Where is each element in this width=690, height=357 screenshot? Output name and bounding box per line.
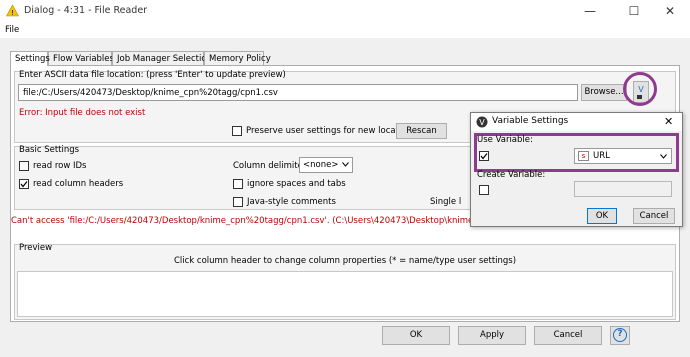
java-comments-label: Java-style comments — [247, 197, 336, 207]
knime-warning-icon: ! — [6, 4, 19, 17]
preserve-settings-label: Preserve user settings for new location — [246, 126, 412, 136]
menu-file[interactable]: File — [5, 25, 19, 35]
preview-table[interactable] — [17, 271, 673, 317]
file-error-text: Error: Input file does not exist — [19, 108, 146, 118]
help-icon: ? — [613, 328, 627, 342]
svg-text:!: ! — [11, 9, 14, 17]
basic-settings-label: Basic Settings — [19, 145, 80, 155]
read-column-headers-checkbox[interactable] — [19, 179, 29, 189]
preview-hint: Click column header to change column pro… — [173, 256, 517, 266]
variable-settings-close-button[interactable]: ✕ — [664, 115, 673, 128]
help-button[interactable]: ? — [610, 326, 630, 345]
ignore-spaces-label: ignore spaces and tabs — [247, 179, 346, 189]
chevron-down-icon — [342, 162, 349, 167]
chevron-down-icon — [660, 154, 667, 159]
create-variable-checkbox[interactable] — [479, 185, 489, 195]
cancel-button[interactable]: Cancel — [534, 326, 602, 345]
variable-cancel-button[interactable]: Cancel — [633, 208, 675, 224]
use-variable-checkbox[interactable] — [479, 151, 489, 161]
tab-job-manager-selection[interactable]: Job Manager Selection — [112, 51, 212, 65]
minimize-button[interactable]: — — [570, 0, 610, 22]
highlight-circle — [623, 72, 657, 106]
file-path-input[interactable]: file:/C:/Users/420473/Desktop/knime_cpn%… — [18, 84, 578, 101]
rescan-button[interactable]: Rescan — [396, 123, 447, 139]
variable-settings-title: Variable Settings — [492, 116, 569, 126]
column-delimiter-select[interactable]: <none> — [299, 157, 353, 173]
variable-ok-button[interactable]: OK — [587, 208, 617, 224]
read-row-ids-label: read row IDs — [33, 161, 87, 171]
java-comments-checkbox[interactable] — [233, 197, 243, 207]
preview-label: Preview — [19, 243, 53, 253]
create-variable-input[interactable] — [574, 181, 672, 197]
tab-settings[interactable]: Settings — [10, 51, 50, 66]
variable-settings-dialog: V Variable Settings ✕ Use Variable: s UR… — [470, 112, 683, 227]
create-variable-label: Create Variable: — [477, 170, 546, 180]
string-type-icon: s — [578, 151, 589, 161]
read-row-ids-checkbox[interactable] — [19, 161, 29, 171]
use-variable-label: Use Variable: — [477, 135, 533, 145]
ok-button[interactable]: OK — [382, 326, 450, 345]
column-delimiter-label: Column delimiter: — [233, 161, 310, 171]
browse-button[interactable]: Browse... — [581, 84, 627, 101]
variable-settings-titlebar: V Variable Settings ✕ — [471, 113, 682, 131]
variable-select-value: URL — [593, 151, 610, 161]
menu-bar: File — [0, 22, 690, 38]
preserve-settings-checkbox[interactable] — [232, 126, 242, 136]
variable-select[interactable]: s URL — [574, 148, 672, 164]
checkmark-icon — [480, 153, 488, 160]
svg-text:V: V — [479, 118, 485, 127]
tab-memory-policy[interactable]: Memory Policy — [204, 51, 271, 65]
read-column-headers-label: read column headers — [33, 179, 124, 189]
maximize-button[interactable]: ☐ — [614, 0, 654, 22]
title-bar: ! Dialog - 4:31 - File Reader — ☐ ✕ — [0, 0, 690, 22]
single-truncated-label: Single l — [430, 197, 462, 207]
column-delimiter-value: <none> — [303, 160, 339, 170]
file-location-label: Enter ASCII data file location: (press '… — [19, 70, 286, 80]
variable-icon: V — [476, 116, 488, 128]
apply-button[interactable]: Apply — [458, 326, 526, 345]
tab-flow-variables[interactable]: Flow Variables — [48, 51, 114, 65]
ignore-spaces-checkbox[interactable] — [233, 179, 243, 189]
checkmark-icon — [20, 181, 28, 188]
window-title: Dialog - 4:31 - File Reader — [24, 5, 148, 16]
close-button[interactable]: ✕ — [650, 0, 690, 22]
